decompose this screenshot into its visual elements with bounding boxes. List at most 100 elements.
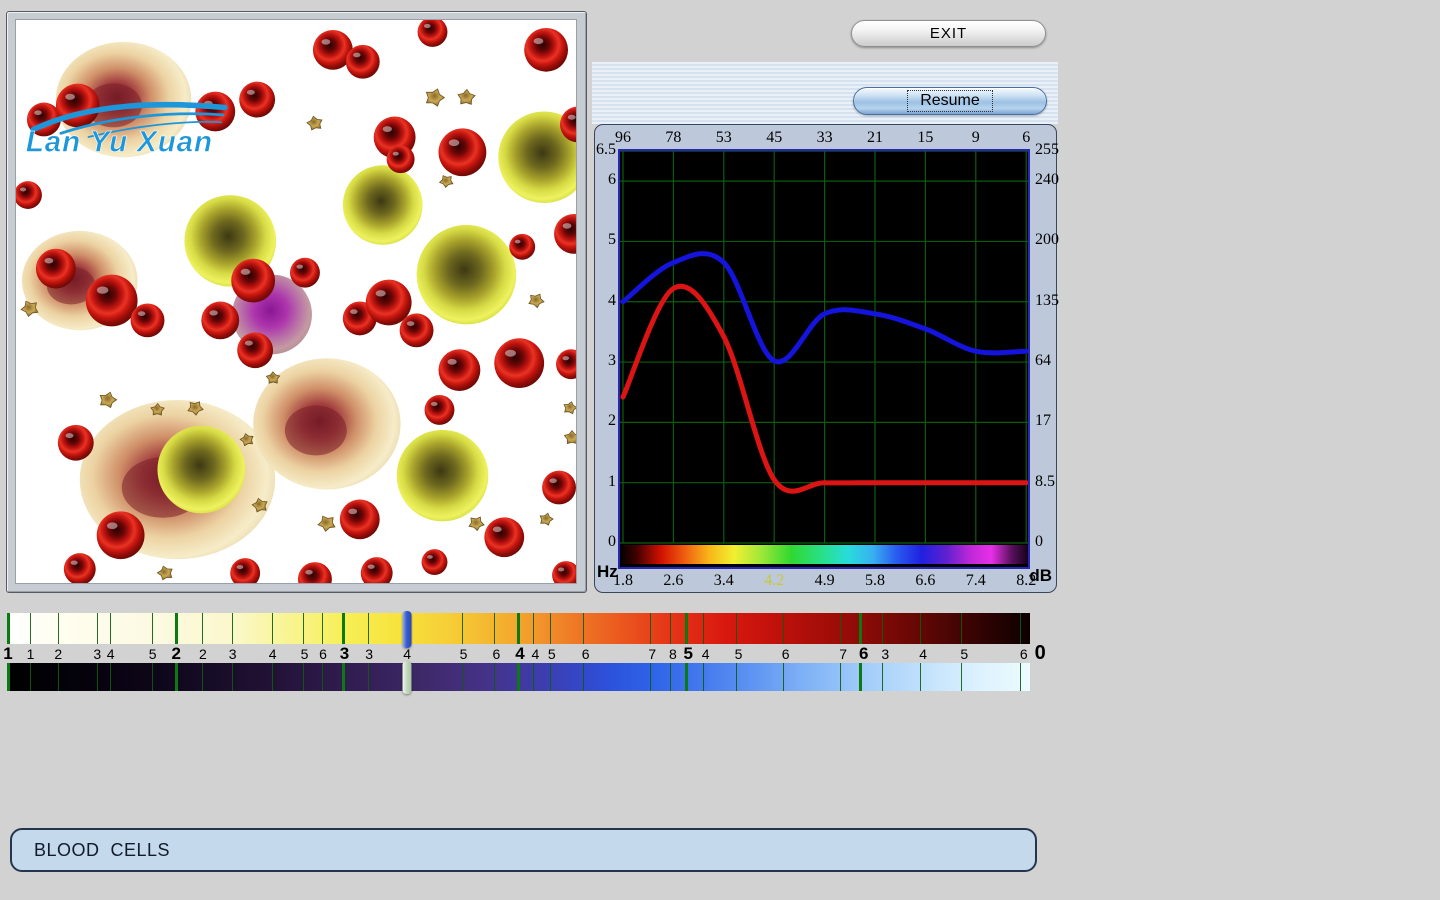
left-axis-label: 5 bbox=[595, 231, 616, 249]
scale-number-label: 5 bbox=[735, 646, 743, 662]
scale-number-label: 0 bbox=[1035, 642, 1046, 665]
scale-number-label: 6 bbox=[492, 646, 500, 662]
scale-tick bbox=[175, 663, 178, 691]
cell-debris bbox=[458, 90, 475, 105]
specimen-image: Lan Yu Xuan bbox=[15, 19, 577, 584]
spectrum-chart-panel: Hz dB 96785345332115966.5654321025524020… bbox=[594, 124, 1057, 593]
scale-tick bbox=[7, 613, 10, 644]
scale-tick bbox=[859, 663, 862, 691]
cell-red bbox=[36, 249, 76, 289]
cell-red bbox=[554, 214, 576, 254]
cell-red bbox=[524, 28, 568, 72]
scale-tick bbox=[272, 663, 273, 691]
cell-red bbox=[387, 145, 415, 173]
cell-red bbox=[340, 499, 380, 539]
cell-debris bbox=[426, 89, 444, 106]
scale-number-label: 4 bbox=[702, 646, 710, 662]
cell-yellow bbox=[417, 225, 517, 324]
cell-yellow bbox=[397, 430, 489, 522]
cell-red bbox=[509, 234, 535, 260]
top-axis-label: 15 bbox=[917, 129, 933, 147]
cell-debris bbox=[100, 392, 116, 407]
scale-number-label: 4 bbox=[403, 646, 411, 662]
cell-debris bbox=[440, 176, 453, 188]
scale-number-label: 4 bbox=[919, 646, 927, 662]
top-axis-label: 9 bbox=[972, 129, 980, 147]
top-axis-label: 6 bbox=[1022, 129, 1030, 147]
scale-tick bbox=[783, 613, 784, 644]
scale-number-label: 2 bbox=[172, 644, 181, 664]
scale-tick bbox=[920, 613, 921, 644]
cell-red bbox=[201, 302, 239, 340]
scale-number-label: 6 bbox=[582, 646, 590, 662]
scale-marker-bottom[interactable] bbox=[402, 661, 411, 694]
cell-red bbox=[86, 275, 138, 327]
right-axis-label: 17 bbox=[1035, 412, 1051, 430]
bottom-axis-label: 4.9 bbox=[815, 572, 835, 590]
exit-button[interactable]: EXIT bbox=[851, 20, 1046, 47]
scale-number-label: 6 bbox=[1020, 646, 1028, 662]
result-label: BLOOD CELLS bbox=[34, 840, 170, 861]
scale-tick bbox=[703, 663, 704, 691]
specimen-image-frame: Lan Yu Xuan bbox=[6, 11, 587, 593]
scale-tick bbox=[494, 613, 495, 644]
scale-marker-top[interactable] bbox=[402, 611, 411, 648]
chart-plot-area bbox=[618, 149, 1030, 569]
scale-tick bbox=[961, 613, 962, 644]
bottom-axis-label: 2.6 bbox=[663, 572, 683, 590]
scale-number-label: 5 bbox=[301, 646, 309, 662]
right-axis-label: 200 bbox=[1035, 231, 1059, 249]
scale-tick bbox=[533, 663, 534, 691]
scale-number-label: 2 bbox=[54, 646, 62, 662]
cell-debris bbox=[469, 517, 484, 530]
scale-tick bbox=[322, 613, 323, 644]
scale-number-label: 5 bbox=[149, 646, 157, 662]
scale-tick bbox=[322, 663, 323, 691]
cell-yellow bbox=[343, 165, 423, 245]
cell-red bbox=[58, 425, 94, 461]
scale-tick bbox=[202, 663, 203, 691]
scale-number-label: 4 bbox=[269, 646, 277, 662]
scale-tick bbox=[961, 663, 962, 691]
scale-tick bbox=[840, 613, 841, 644]
cell-red bbox=[97, 511, 145, 559]
scale-tick bbox=[110, 663, 111, 691]
bottom-axis-label: 7.4 bbox=[966, 572, 986, 590]
scale-tick bbox=[30, 613, 31, 644]
scale-tick bbox=[232, 663, 233, 691]
scale-number-label: 4 bbox=[107, 646, 115, 662]
scale-tick bbox=[152, 613, 153, 644]
scale-tick bbox=[685, 613, 688, 644]
resume-button[interactable]: Resume bbox=[853, 87, 1047, 115]
result-label-bar: BLOOD CELLS bbox=[10, 828, 1037, 872]
scale-tick bbox=[110, 613, 111, 644]
left-axis-label: 2 bbox=[595, 412, 616, 430]
frequency-scale-top-strip[interactable] bbox=[8, 613, 1030, 644]
left-axis-label: 4 bbox=[595, 292, 616, 310]
cell-red bbox=[298, 562, 332, 583]
scale-number-label: 6 bbox=[782, 646, 790, 662]
left-axis-label: 6.5 bbox=[595, 141, 616, 159]
scale-number-label: 3 bbox=[93, 646, 101, 662]
scale-number-label: 4 bbox=[515, 644, 524, 664]
cell-yellow bbox=[157, 426, 245, 514]
scale-tick bbox=[342, 613, 345, 644]
top-axis-label: 21 bbox=[867, 129, 883, 147]
top-axis-label: 78 bbox=[665, 129, 681, 147]
scale-tick bbox=[583, 613, 584, 644]
cell-red bbox=[361, 557, 393, 583]
cell-red bbox=[239, 82, 275, 118]
scale-tick bbox=[272, 613, 273, 644]
cell-red bbox=[438, 128, 486, 176]
scale-tick bbox=[859, 613, 862, 644]
frequency-scale-bottom-strip[interactable] bbox=[8, 663, 1030, 691]
right-axis-label: 135 bbox=[1035, 292, 1059, 310]
cell-red bbox=[438, 349, 480, 391]
cell-red bbox=[484, 517, 524, 557]
scale-tick bbox=[550, 663, 551, 691]
cell-red bbox=[542, 471, 576, 505]
scale-tick bbox=[703, 613, 704, 644]
resume-button-label: Resume bbox=[907, 90, 993, 112]
scale-tick bbox=[462, 663, 463, 691]
cell-red bbox=[418, 20, 448, 47]
